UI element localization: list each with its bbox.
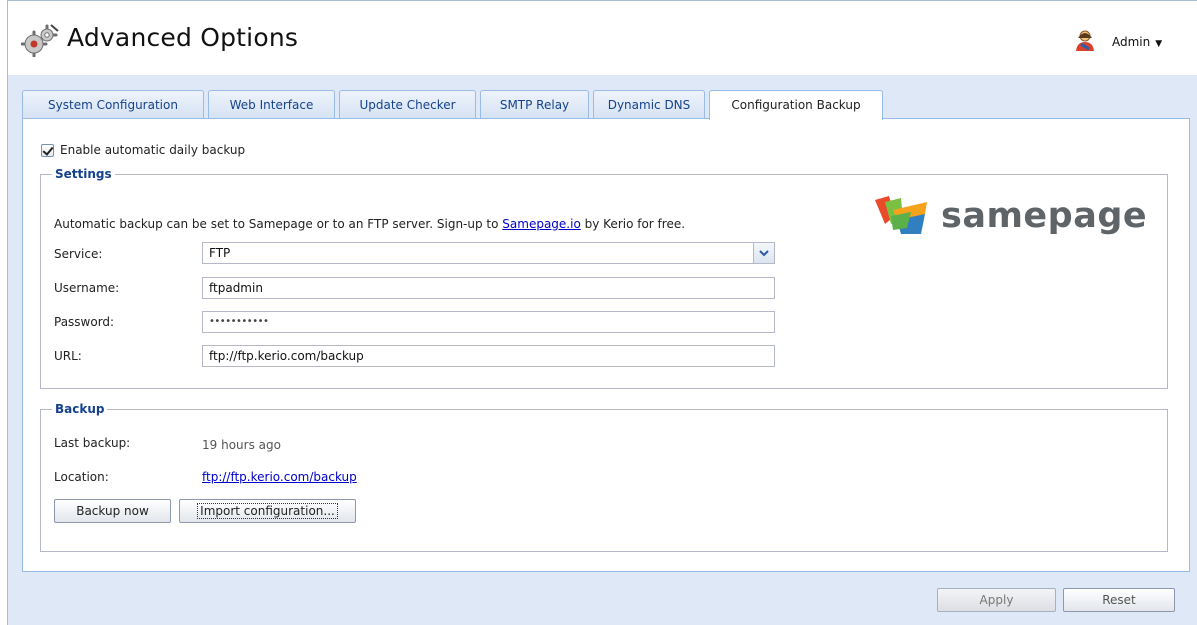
enable-backup-checkbox[interactable] (41, 143, 54, 157)
caret-down-icon: ▼ (1155, 39, 1163, 49)
service-select[interactable]: FTP (202, 242, 775, 264)
intro-text: Automatic backup can be set to Samepage … (54, 217, 685, 231)
enable-backup-row[interactable]: Enable automatic daily backup (41, 143, 245, 157)
service-value: FTP (209, 246, 231, 260)
backup-legend: Backup (55, 402, 105, 416)
settings-group: Settings Automatic backup can be set to … (40, 167, 1168, 389)
tab-smtp-relay[interactable]: SMTP Relay (480, 90, 589, 119)
header: Advanced Options Admin ▼ (8, 1, 1197, 75)
tab-dynamic-dns[interactable]: Dynamic DNS (593, 90, 705, 119)
backup-now-button[interactable]: Backup now (54, 499, 171, 523)
samepage-logo-text: samepage (941, 196, 1148, 236)
location-label: Location: (54, 470, 109, 484)
settings-legend: Settings (55, 167, 112, 181)
username-label: Username: (54, 281, 120, 295)
apply-button[interactable]: Apply (937, 588, 1056, 612)
user-menu[interactable]: Admin ▼ (1112, 35, 1162, 49)
tab-web-interface[interactable]: Web Interface (208, 90, 335, 119)
url-input[interactable]: ftp://ftp.kerio.com/backup (202, 345, 775, 367)
samepage-logo-icon (875, 196, 927, 234)
user-icon (1076, 30, 1094, 51)
chevron-down-icon[interactable] (753, 243, 774, 263)
samepage-link[interactable]: Samepage.io (502, 217, 581, 231)
username-input[interactable]: ftpadmin (202, 277, 775, 299)
service-label: Service: (54, 247, 103, 261)
last-backup-label: Last backup: (54, 436, 131, 450)
gears-icon (21, 24, 59, 57)
import-configuration-button[interactable]: Import configuration... (179, 499, 356, 523)
samepage-logo: samepage (871, 194, 1147, 238)
backup-group: Backup Last backup: 19 hours ago Locatio… (40, 402, 1168, 552)
intro-suffix: by Kerio for free. (580, 217, 686, 231)
app-window: Advanced Options Admin ▼ System Configura… (7, 0, 1197, 625)
url-label: URL: (54, 349, 82, 363)
password-label: Password: (54, 315, 115, 329)
tab-update-checker[interactable]: Update Checker (339, 90, 476, 119)
configuration-backup-panel: Enable automatic daily backup Settings A… (22, 118, 1190, 572)
tab-system-configuration[interactable]: System Configuration (22, 90, 204, 119)
reset-button[interactable]: Reset (1063, 588, 1175, 612)
import-configuration-label: Import configuration... (197, 503, 338, 519)
password-input[interactable]: ••••••••••• (202, 311, 775, 333)
tab-configuration-backup[interactable]: Configuration Backup (709, 90, 883, 120)
location-link[interactable]: ftp://ftp.kerio.com/backup (202, 470, 357, 484)
user-name: Admin (1112, 35, 1151, 49)
intro-prefix: Automatic backup can be set to Samepage … (54, 217, 503, 231)
page-title: Advanced Options (67, 23, 299, 52)
enable-backup-label: Enable automatic daily backup (60, 143, 246, 157)
last-backup-value: 19 hours ago (202, 438, 281, 452)
